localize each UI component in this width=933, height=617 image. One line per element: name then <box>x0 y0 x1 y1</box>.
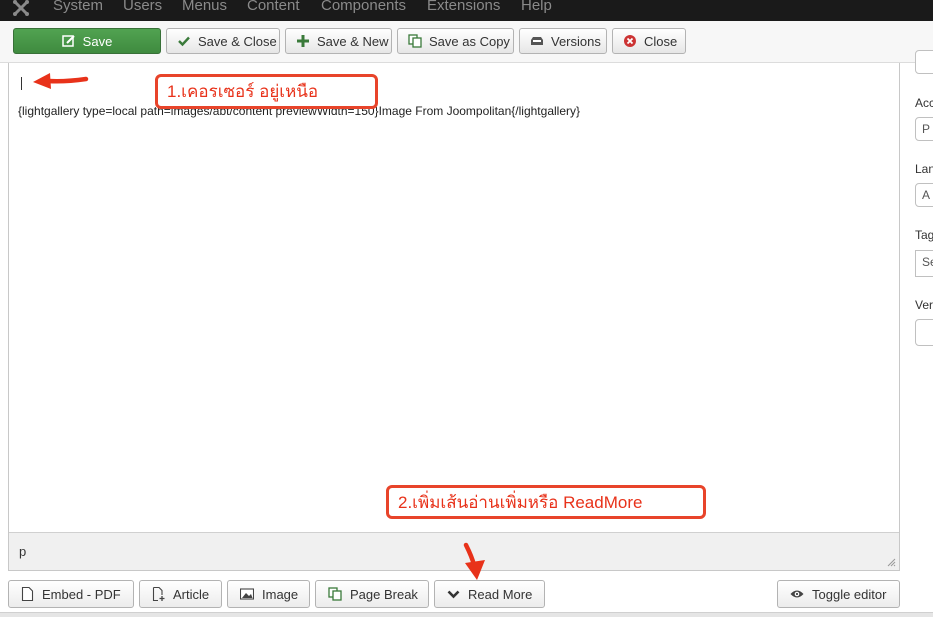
language-select[interactable]: A <box>915 183 933 207</box>
save-new-button[interactable]: Save & New <box>285 28 392 54</box>
eye-icon <box>790 587 804 601</box>
toggle-editor-button[interactable]: Toggle editor <box>777 580 900 608</box>
menu-extensions[interactable]: Extensions <box>427 0 500 16</box>
annotation-callout-cursor: 1.เคอรเซอร์ อยู่เหนือ <box>155 74 378 109</box>
page-break-label: Page Break <box>350 586 418 602</box>
article-label: Article <box>173 586 210 602</box>
language-label: Lan <box>915 162 933 176</box>
save-button[interactable]: Save <box>13 28 161 54</box>
archive-icon <box>530 34 544 48</box>
plus-icon <box>296 34 310 48</box>
version-note-input[interactable] <box>915 319 933 346</box>
file-add-icon <box>152 586 165 602</box>
article-toolbar: Save Save & Close Save & New Save as Cop… <box>0 21 933 63</box>
access-label: Acc <box>915 96 933 110</box>
picture-icon <box>239 587 255 601</box>
save-close-button[interactable]: Save & Close <box>166 28 280 54</box>
versions-button[interactable]: Versions <box>519 28 607 54</box>
annotation-callout-readmore: 2.เพิ่มเส้นอ่านเพิ่มหรือ ReadMore <box>386 485 706 519</box>
joomla-logo-icon[interactable] <box>11 0 31 18</box>
edit-icon <box>61 34 76 48</box>
check-icon <box>177 34 191 48</box>
copy-icon <box>328 587 342 601</box>
versions-label: Versions <box>551 33 601 49</box>
sidebar-top-field[interactable] <box>915 50 933 74</box>
menu-menus[interactable]: Menus <box>182 0 227 16</box>
cancel-icon <box>623 34 637 48</box>
save-label: Save <box>82 33 113 49</box>
editor-statusbar: p <box>9 532 899 570</box>
annotation-arrow-down-icon <box>463 542 485 580</box>
admin-menu-bar: System Users Menus Content Components Ex… <box>0 0 933 21</box>
menu-content[interactable]: Content <box>247 0 300 16</box>
save-copy-label: Save as Copy <box>429 33 510 49</box>
menu-help[interactable]: Help <box>521 0 552 16</box>
close-label: Close <box>644 33 678 49</box>
copy-icon <box>408 34 422 48</box>
element-path[interactable]: p <box>19 544 26 559</box>
tags-input[interactable]: Se <box>915 250 933 277</box>
page-break-button[interactable]: Page Break <box>315 580 429 608</box>
embed-pdf-button[interactable]: Embed - PDF <box>8 580 134 608</box>
image-button[interactable]: Image <box>227 580 310 608</box>
resize-handle-icon[interactable] <box>887 558 896 567</box>
save-close-label: Save & Close <box>198 33 277 49</box>
menu-components[interactable]: Components <box>321 0 406 16</box>
article-button[interactable]: Article <box>139 580 222 608</box>
menu-users[interactable]: Users <box>123 0 162 16</box>
save-copy-button[interactable]: Save as Copy <box>397 28 514 54</box>
file-icon <box>21 586 34 602</box>
menu-system[interactable]: System <box>53 0 103 16</box>
read-more-label: Read More <box>468 586 533 602</box>
image-label: Image <box>262 586 299 602</box>
tags-label: Tag <box>915 228 933 242</box>
toggle-editor-label: Toggle editor <box>812 586 887 602</box>
page-bottom-edge <box>0 612 933 617</box>
embed-pdf-label: Embed - PDF <box>42 586 121 602</box>
chevron-down-icon <box>447 587 460 601</box>
text-cursor <box>21 77 22 90</box>
close-button[interactable]: Close <box>612 28 686 54</box>
read-more-button[interactable]: Read More <box>434 580 545 608</box>
version-note-label: Ver <box>915 298 933 312</box>
save-new-label: Save & New <box>317 33 389 49</box>
annotation-arrow-left-icon <box>33 73 89 89</box>
access-select[interactable]: P <box>915 117 933 141</box>
